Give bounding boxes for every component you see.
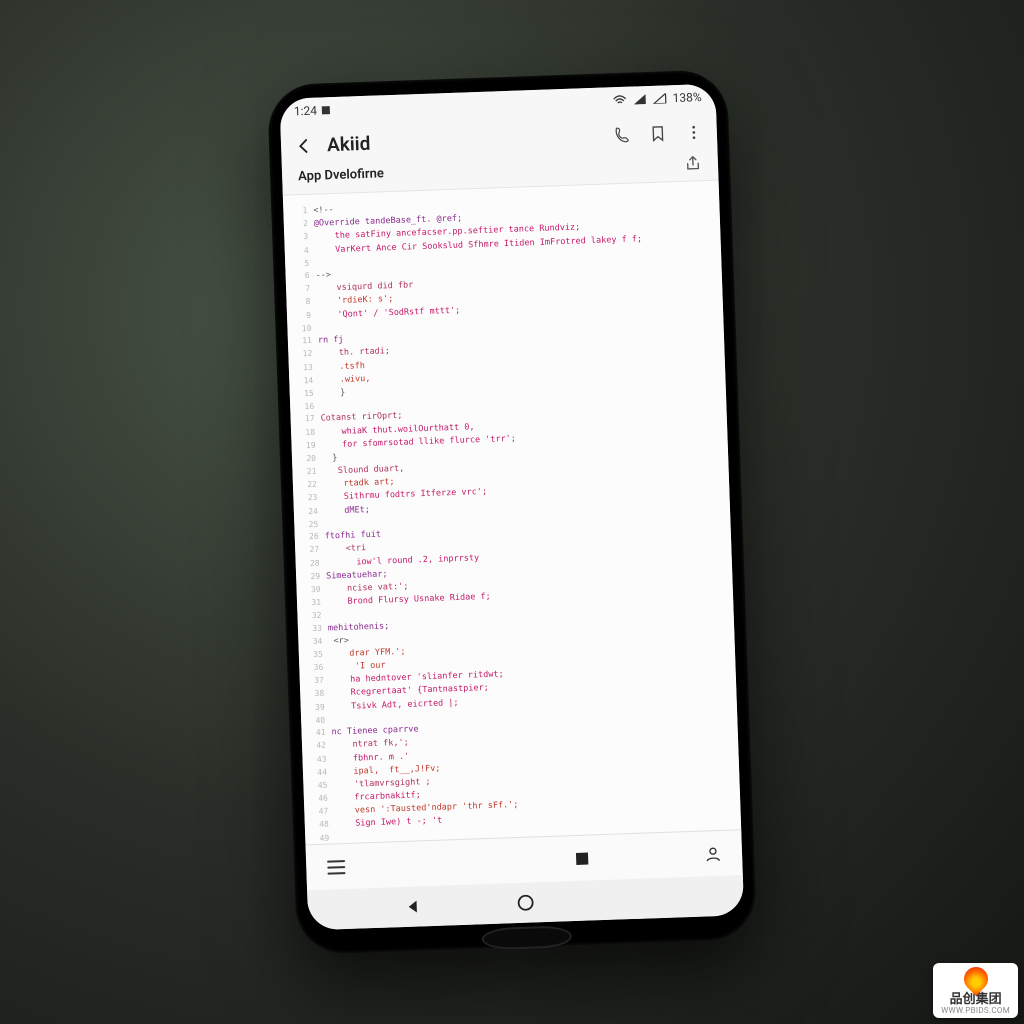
watermark-text-url: WWW.PBIDS.COM [941, 1007, 1010, 1016]
stop-icon[interactable] [575, 851, 589, 865]
share-icon[interactable] [684, 154, 703, 173]
back-button[interactable] [295, 136, 314, 155]
status-time: 1:24 [294, 104, 318, 119]
phone-frame: 1:24 138% Akiid App Dvelofi [267, 69, 757, 955]
code-pane[interactable]: 1<!--2@Override tandeBase_ft. @ref;3 the… [283, 181, 741, 845]
more-vert-icon[interactable] [685, 123, 704, 142]
app-title: Akiid [327, 124, 600, 156]
phone-icon[interactable] [613, 125, 632, 144]
status-app-icon [321, 105, 331, 115]
status-battery: 138% [672, 90, 702, 105]
phone-screen: 1:24 138% Akiid App Dvelofi [279, 84, 744, 931]
user-icon[interactable] [704, 844, 723, 863]
hamburger-icon[interactable] [326, 859, 347, 876]
flame-icon [959, 962, 993, 996]
signal-icon-2 [652, 93, 666, 103]
bookmark-icon[interactable] [649, 124, 668, 143]
nav-home-icon[interactable] [516, 893, 535, 912]
wifi-icon [612, 95, 626, 105]
signal-icon [632, 94, 646, 104]
nav-back-icon[interactable] [404, 898, 421, 915]
watermark-badge: 品创集团 WWW.PBIDS.COM [933, 963, 1018, 1018]
physical-home-button[interactable] [482, 925, 573, 950]
